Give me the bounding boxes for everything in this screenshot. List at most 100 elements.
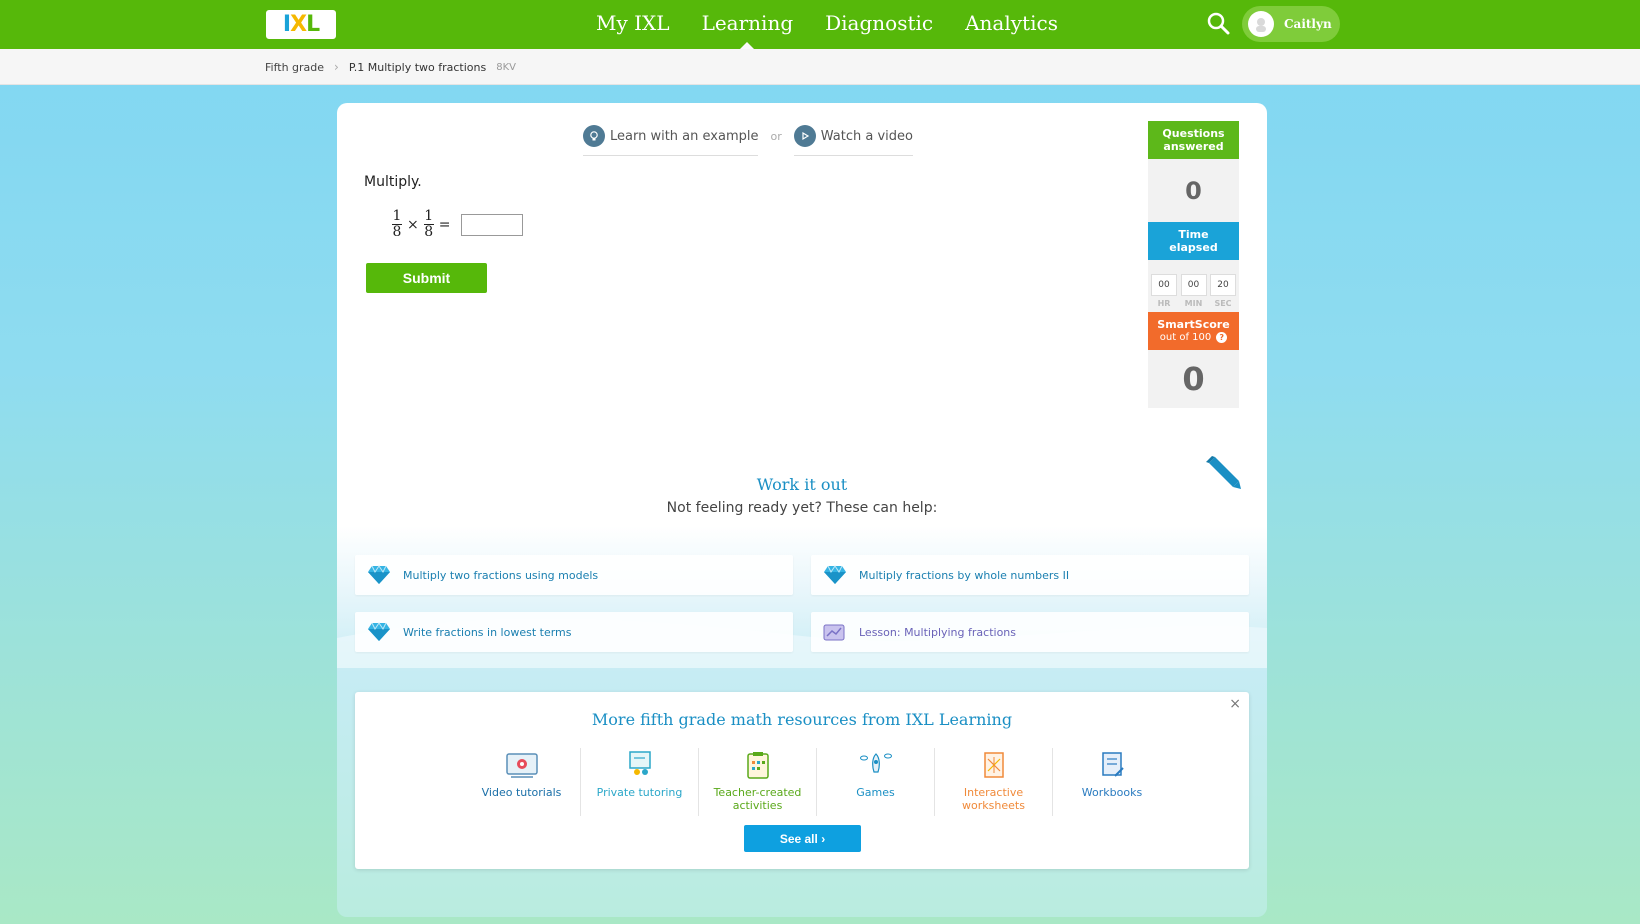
suggestion-multiply-models[interactable]: Multiply two fractions using models (355, 555, 793, 595)
fraction-2: 1 8 (423, 209, 434, 240)
smartscore-sub-label: out of 100 (1159, 332, 1212, 343)
logo-letter-l: L (306, 12, 320, 37)
resources-title: More fifth grade math resources from IXL… (591, 710, 1013, 729)
diamond-icon (368, 622, 390, 641)
resource-label-line1: Video tutorials (481, 786, 562, 799)
timer-hours: 00 HR (1151, 274, 1177, 308)
answer-input[interactable] (461, 213, 524, 236)
worksheet-icon (983, 752, 1004, 778)
user-avatar-icon (1256, 18, 1266, 32)
timer-minutes: 00 MIN (1180, 274, 1207, 308)
chevron-right-icon: › (821, 831, 826, 846)
resource-private-tutoring[interactable]: Private tutoring (581, 748, 699, 816)
search-icon[interactable] (1206, 11, 1232, 37)
lightbulb-icon (583, 125, 605, 147)
watch-video-label: Watch a video (820, 128, 913, 144)
suggestion-multiply-whole-numbers[interactable]: Multiply fractions by whole numbers II (811, 555, 1249, 595)
resource-label: Interactive worksheets (962, 786, 1025, 812)
lesson-icon (823, 624, 845, 641)
ixl-logo[interactable]: IXL (266, 10, 336, 39)
play-icon (793, 125, 816, 147)
resource-label: Video tutorials (482, 786, 562, 799)
timer-seconds-label: SEC (1214, 299, 1232, 308)
resource-teacher-activities[interactable]: Teacher-created activities (699, 748, 817, 816)
resource-label-line1: Games (856, 786, 895, 799)
suggestion-label: Write fractions in lowest terms (403, 625, 572, 639)
time-elapsed-header: Time elapsed (1148, 222, 1239, 260)
resource-label-line2: worksheets (962, 799, 1025, 812)
skill-code: 8KV (496, 61, 516, 73)
equation: 1 8 × 1 8 = (392, 209, 524, 240)
breadcrumb-grade[interactable]: Fifth grade (265, 61, 324, 74)
private-tutoring-icon (628, 751, 651, 775)
resource-games[interactable]: Games (817, 748, 935, 816)
logo-letter-x: X (290, 12, 307, 37)
nav-analytics[interactable]: Analytics (949, 0, 1074, 49)
clipboard-icon (746, 752, 769, 779)
fraction-1-numerator: 1 (392, 208, 402, 224)
suggestion-lowest-terms[interactable]: Write fractions in lowest terms (355, 612, 793, 652)
timer-seconds: 20 SEC (1210, 274, 1236, 308)
time-label-1: Time (1178, 228, 1209, 241)
resource-label: Private tutoring (597, 786, 683, 799)
smartscore-header: SmartScore out of 100? (1148, 312, 1239, 350)
timer-minutes-label: MIN (1184, 299, 1203, 308)
questions-answered-header: Questions answered (1148, 121, 1239, 159)
stats-panel: Questions answered 0 Time elapsed 00 HR 00… (1148, 121, 1239, 408)
times-sign: × (407, 216, 419, 233)
smartscore-value: 0 (1148, 350, 1239, 408)
nav-my-ixl[interactable]: My IXL (580, 0, 686, 49)
smartscore-label: SmartScore (1157, 318, 1230, 331)
resource-workbooks[interactable]: Workbooks (1053, 748, 1171, 816)
rocket-icon (859, 753, 892, 773)
breadcrumb-bar: Fifth grade › P.1 Multiply two fractions… (0, 49, 1640, 85)
learn-example-label: Learn with an example (610, 128, 759, 144)
user-menu-button[interactable]: Caitlyn (1242, 6, 1340, 42)
resource-label: Teacher-created activities (714, 786, 802, 812)
suggestion-label: Lesson: Multiplying fractions (859, 625, 1016, 639)
logo-letter-i: I (282, 12, 291, 37)
timer-hours-label: HR (1157, 299, 1171, 308)
resources-list: Video tutorials Private tutoring Teacher… (463, 748, 1171, 816)
resource-label-line1: Teacher-created (713, 786, 802, 799)
diamond-icon (368, 565, 390, 584)
suggestion-lesson[interactable]: Lesson: Multiplying fractions (811, 612, 1249, 652)
breadcrumb: Fifth grade › P.1 Multiply two fractions… (265, 60, 516, 74)
see-all-button[interactable]: See all › (744, 825, 861, 852)
diamond-icon (824, 565, 846, 584)
smartscore-sub: out of 100? (1159, 331, 1228, 344)
avatar (1248, 11, 1274, 37)
suggestion-label: Multiply fractions by whole numbers II (859, 568, 1070, 582)
work-it-out-subtitle: Not feeling ready yet? These can help: (666, 500, 938, 516)
learning-helpers: Learn with an example or Watch a video (583, 125, 913, 156)
equals-sign: = (438, 216, 451, 233)
resource-video-tutorials[interactable]: Video tutorials (463, 748, 581, 816)
video-tutorials-icon (505, 753, 538, 778)
help-icon[interactable]: ? (1216, 332, 1228, 343)
main-nav: My IXL Learning Diagnostic Analytics (580, 0, 1074, 49)
questions-label-1: Questions (1162, 127, 1225, 140)
learn-example-link[interactable]: Learn with an example (583, 125, 759, 156)
work-it-out-title: Work it out (756, 475, 848, 494)
resource-interactive-worksheets[interactable]: Interactive worksheets (935, 748, 1053, 816)
timer: 00 HR 00 MIN 20 SEC (1148, 260, 1239, 312)
resources-panel: More fifth grade math resources from IXL… (355, 692, 1249, 869)
questions-label-2: answered (1163, 140, 1224, 153)
timer-minutes-value: 00 (1180, 274, 1207, 296)
submit-button[interactable]: Submit (366, 263, 487, 293)
watch-video-link[interactable]: Watch a video (793, 125, 913, 156)
resource-label-line2: activities (732, 799, 783, 812)
time-label-2: elapsed (1169, 241, 1218, 254)
see-all-label: See all (779, 831, 818, 846)
fraction-1: 1 8 (392, 209, 402, 240)
question-prompt: Multiply. (364, 174, 422, 190)
resource-label: Workbooks (1082, 786, 1142, 799)
top-nav: IXL My IXL Learning Diagnostic Analytics… (0, 0, 1640, 49)
nav-learning[interactable]: Learning (686, 0, 810, 49)
nav-diagnostic[interactable]: Diagnostic (809, 0, 949, 49)
suggestion-label: Multiply two fractions using models (403, 568, 599, 582)
close-icon[interactable]: × (1229, 696, 1241, 712)
helpers-or: or (770, 130, 782, 143)
resource-label-line1: Interactive (963, 786, 1024, 799)
user-name: Caitlyn (1284, 17, 1332, 31)
